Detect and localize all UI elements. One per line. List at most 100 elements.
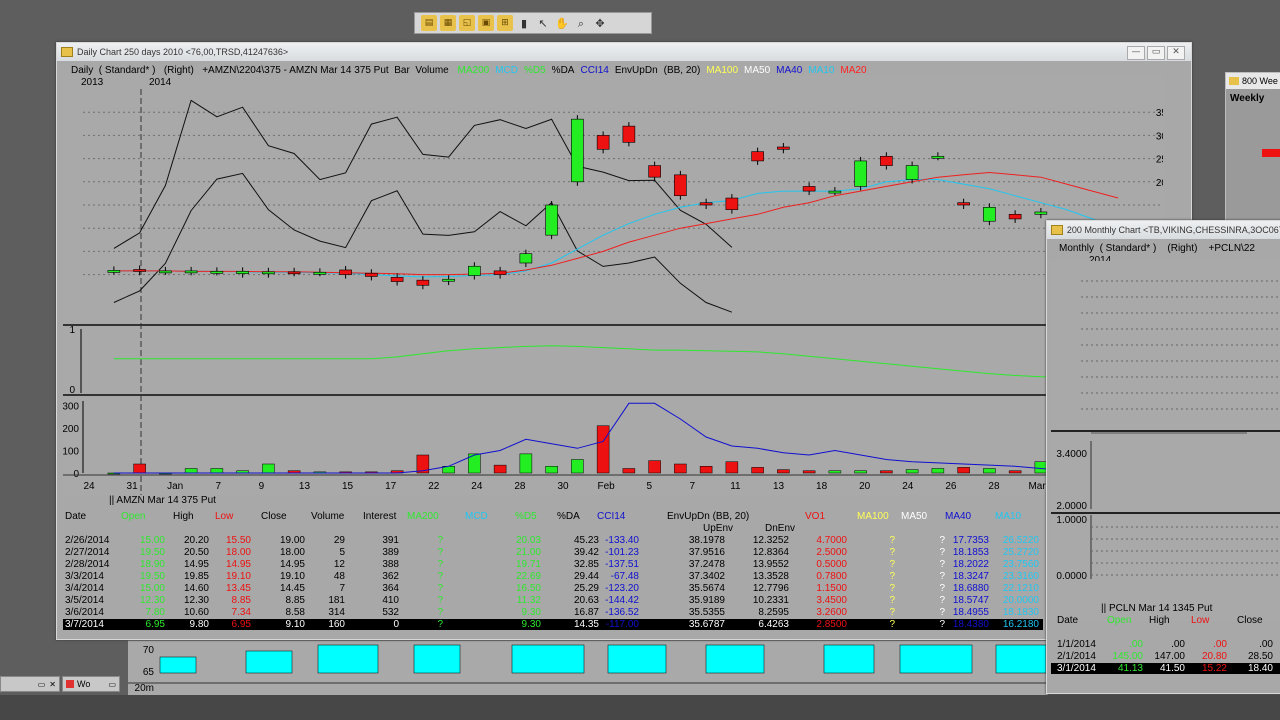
table-cell[interactable]: 8.85 (207, 595, 251, 606)
column-header-6[interactable]: Interest (363, 511, 396, 522)
table-cell[interactable]: 0 (355, 619, 399, 630)
table-cell[interactable]: 19.10 (261, 571, 305, 582)
monthly-chart-canvas[interactable]: 3.4000 2.0000 1.0000 0.0000 (1051, 261, 1280, 621)
table-cell[interactable]: 362 (355, 571, 399, 582)
column-header-10[interactable]: %DA (557, 511, 580, 522)
table-cell[interactable]: 6.4263 (745, 619, 789, 630)
table-cell[interactable]: 14.35 (555, 619, 599, 630)
cursor-icon[interactable]: ↖ (535, 15, 551, 31)
task-minimized-1[interactable]: ▭ ✕ (0, 676, 60, 692)
table-cell[interactable]: ? (399, 571, 443, 582)
table-cell[interactable]: ? (901, 619, 945, 630)
table-cell[interactable]: ? (399, 559, 443, 570)
print-icon[interactable]: ▣ (478, 15, 494, 31)
table-cell[interactable]: -133.40 (595, 535, 639, 546)
table-cell[interactable]: ? (851, 559, 895, 570)
table-cell[interactable]: 29.44 (555, 571, 599, 582)
table-cell[interactable]: .00 (1191, 639, 1227, 650)
table-cell[interactable]: 13.9552 (745, 559, 789, 570)
table-cell[interactable]: 2/28/2014 (65, 559, 117, 570)
table-cell[interactable]: 14.60 (165, 583, 209, 594)
table-cell[interactable]: 12.30 (121, 595, 165, 606)
table-cell[interactable]: -137.51 (595, 559, 639, 570)
table-cell[interactable]: 19.50 (121, 571, 165, 582)
table-cell[interactable]: 5 (301, 547, 345, 558)
table-cell[interactable]: 38.1978 (681, 535, 725, 546)
table-cell[interactable]: ? (851, 607, 895, 618)
table-cell[interactable]: 12 (301, 559, 345, 570)
table-cell[interactable]: 2.8500 (803, 619, 847, 630)
column-header-2[interactable]: High (173, 511, 194, 522)
table-cell[interactable]: ? (901, 559, 945, 570)
table-cell[interactable]: 20.50 (165, 547, 209, 558)
table-cell[interactable]: 35.5674 (681, 583, 725, 594)
table-cell[interactable]: -117.00 (595, 619, 639, 630)
daily-chart-window[interactable]: Daily Chart 250 days 2010 <76,00,TRSD,41… (56, 42, 1192, 640)
table-cell[interactable]: ? (901, 595, 945, 606)
table-cell[interactable]: 3/4/2014 (65, 583, 117, 594)
table-cell[interactable]: ? (399, 595, 443, 606)
move-icon[interactable]: ✥ (592, 15, 608, 31)
table-cell[interactable]: 18.00 (261, 547, 305, 558)
table-cell[interactable]: ? (399, 547, 443, 558)
table-cell[interactable]: 21.00 (497, 547, 541, 558)
table-cell[interactable]: 4.7000 (803, 535, 847, 546)
column-header-3[interactable]: Low (215, 511, 233, 522)
table-cell[interactable]: 18.40 (1237, 663, 1273, 674)
table-cell[interactable]: 20.03 (497, 535, 541, 546)
table-cell[interactable]: 16.50 (497, 583, 541, 594)
monthly-titlebar[interactable]: 200 Monthly Chart <TB,VIKING,CHESSINRA,3… (1047, 221, 1280, 239)
table-cell[interactable]: 41.13 (1107, 663, 1143, 674)
table-cell[interactable]: 14.95 (165, 559, 209, 570)
column-header-16[interactable]: MA40 (945, 511, 971, 522)
table-cell[interactable]: 388 (355, 559, 399, 570)
task-minimized-2[interactable]: Wo ▭ (62, 676, 120, 692)
table-cell[interactable]: 12.8364 (745, 547, 789, 558)
table-cell[interactable]: 147.00 (1149, 651, 1185, 662)
table-cell[interactable]: ? (399, 619, 443, 630)
close-button[interactable]: ✕ (1167, 46, 1185, 60)
column-header-12[interactable]: EnvUpDn (BB, 20) (667, 511, 749, 522)
table-cell[interactable]: 12.7796 (745, 583, 789, 594)
table-cell[interactable]: 3.2600 (803, 607, 847, 618)
table-cell[interactable]: 19.10 (207, 571, 251, 582)
table-cell[interactable]: 410 (355, 595, 399, 606)
table-cell[interactable]: ? (901, 547, 945, 558)
table-cell[interactable]: ? (851, 595, 895, 606)
table-cell[interactable]: 364 (355, 583, 399, 594)
table-cell[interactable]: 45.23 (555, 535, 599, 546)
table-cell[interactable]: 13.3528 (745, 571, 789, 582)
table-cell[interactable]: 18.1830 (995, 607, 1039, 618)
table-cell[interactable]: 23.7560 (995, 559, 1039, 570)
table-cell[interactable]: 37.3402 (681, 571, 725, 582)
table-cell[interactable]: -136.52 (595, 607, 639, 618)
column-header-13[interactable]: VO1 (805, 511, 825, 522)
table-cell[interactable]: 9.80 (165, 619, 209, 630)
table-cell[interactable]: 8.58 (261, 607, 305, 618)
table-cell[interactable]: 2/1/2014 (1057, 651, 1105, 662)
restore-icon[interactable]: ▭ (38, 680, 46, 689)
table-cell[interactable]: ? (851, 619, 895, 630)
column-header-5[interactable]: Volume (311, 511, 344, 522)
column-header-0[interactable]: Date (65, 511, 86, 522)
grid-icon[interactable]: ⊞ (497, 15, 513, 31)
table-cell[interactable]: 18.5747 (945, 595, 989, 606)
table-cell[interactable]: 41.50 (1149, 663, 1185, 674)
table-cell[interactable]: 20.80 (1191, 651, 1227, 662)
minimize-button[interactable]: — (1127, 46, 1145, 60)
table-cell[interactable]: 18.4955 (945, 607, 989, 618)
table-cell[interactable]: 19.71 (497, 559, 541, 570)
table-cell[interactable]: 2.5000 (803, 547, 847, 558)
table-cell[interactable]: 15.00 (121, 535, 165, 546)
table-cell[interactable]: 9.10 (261, 619, 305, 630)
table-cell[interactable]: 20.20 (165, 535, 209, 546)
table-cell[interactable]: ? (399, 535, 443, 546)
bar-icon[interactable]: ▮ (516, 15, 532, 31)
table-cell[interactable]: 26.5220 (995, 535, 1039, 546)
table-cell[interactable]: 1.1500 (803, 583, 847, 594)
table-cell[interactable]: 9.30 (497, 607, 541, 618)
table-cell[interactable]: 19.00 (261, 535, 305, 546)
chart-canvas[interactable]: 20132014353025201030020010002431Jan79131… (63, 75, 1163, 495)
table-cell[interactable]: 16.2180 (995, 619, 1039, 630)
table-cell[interactable]: 391 (355, 535, 399, 546)
